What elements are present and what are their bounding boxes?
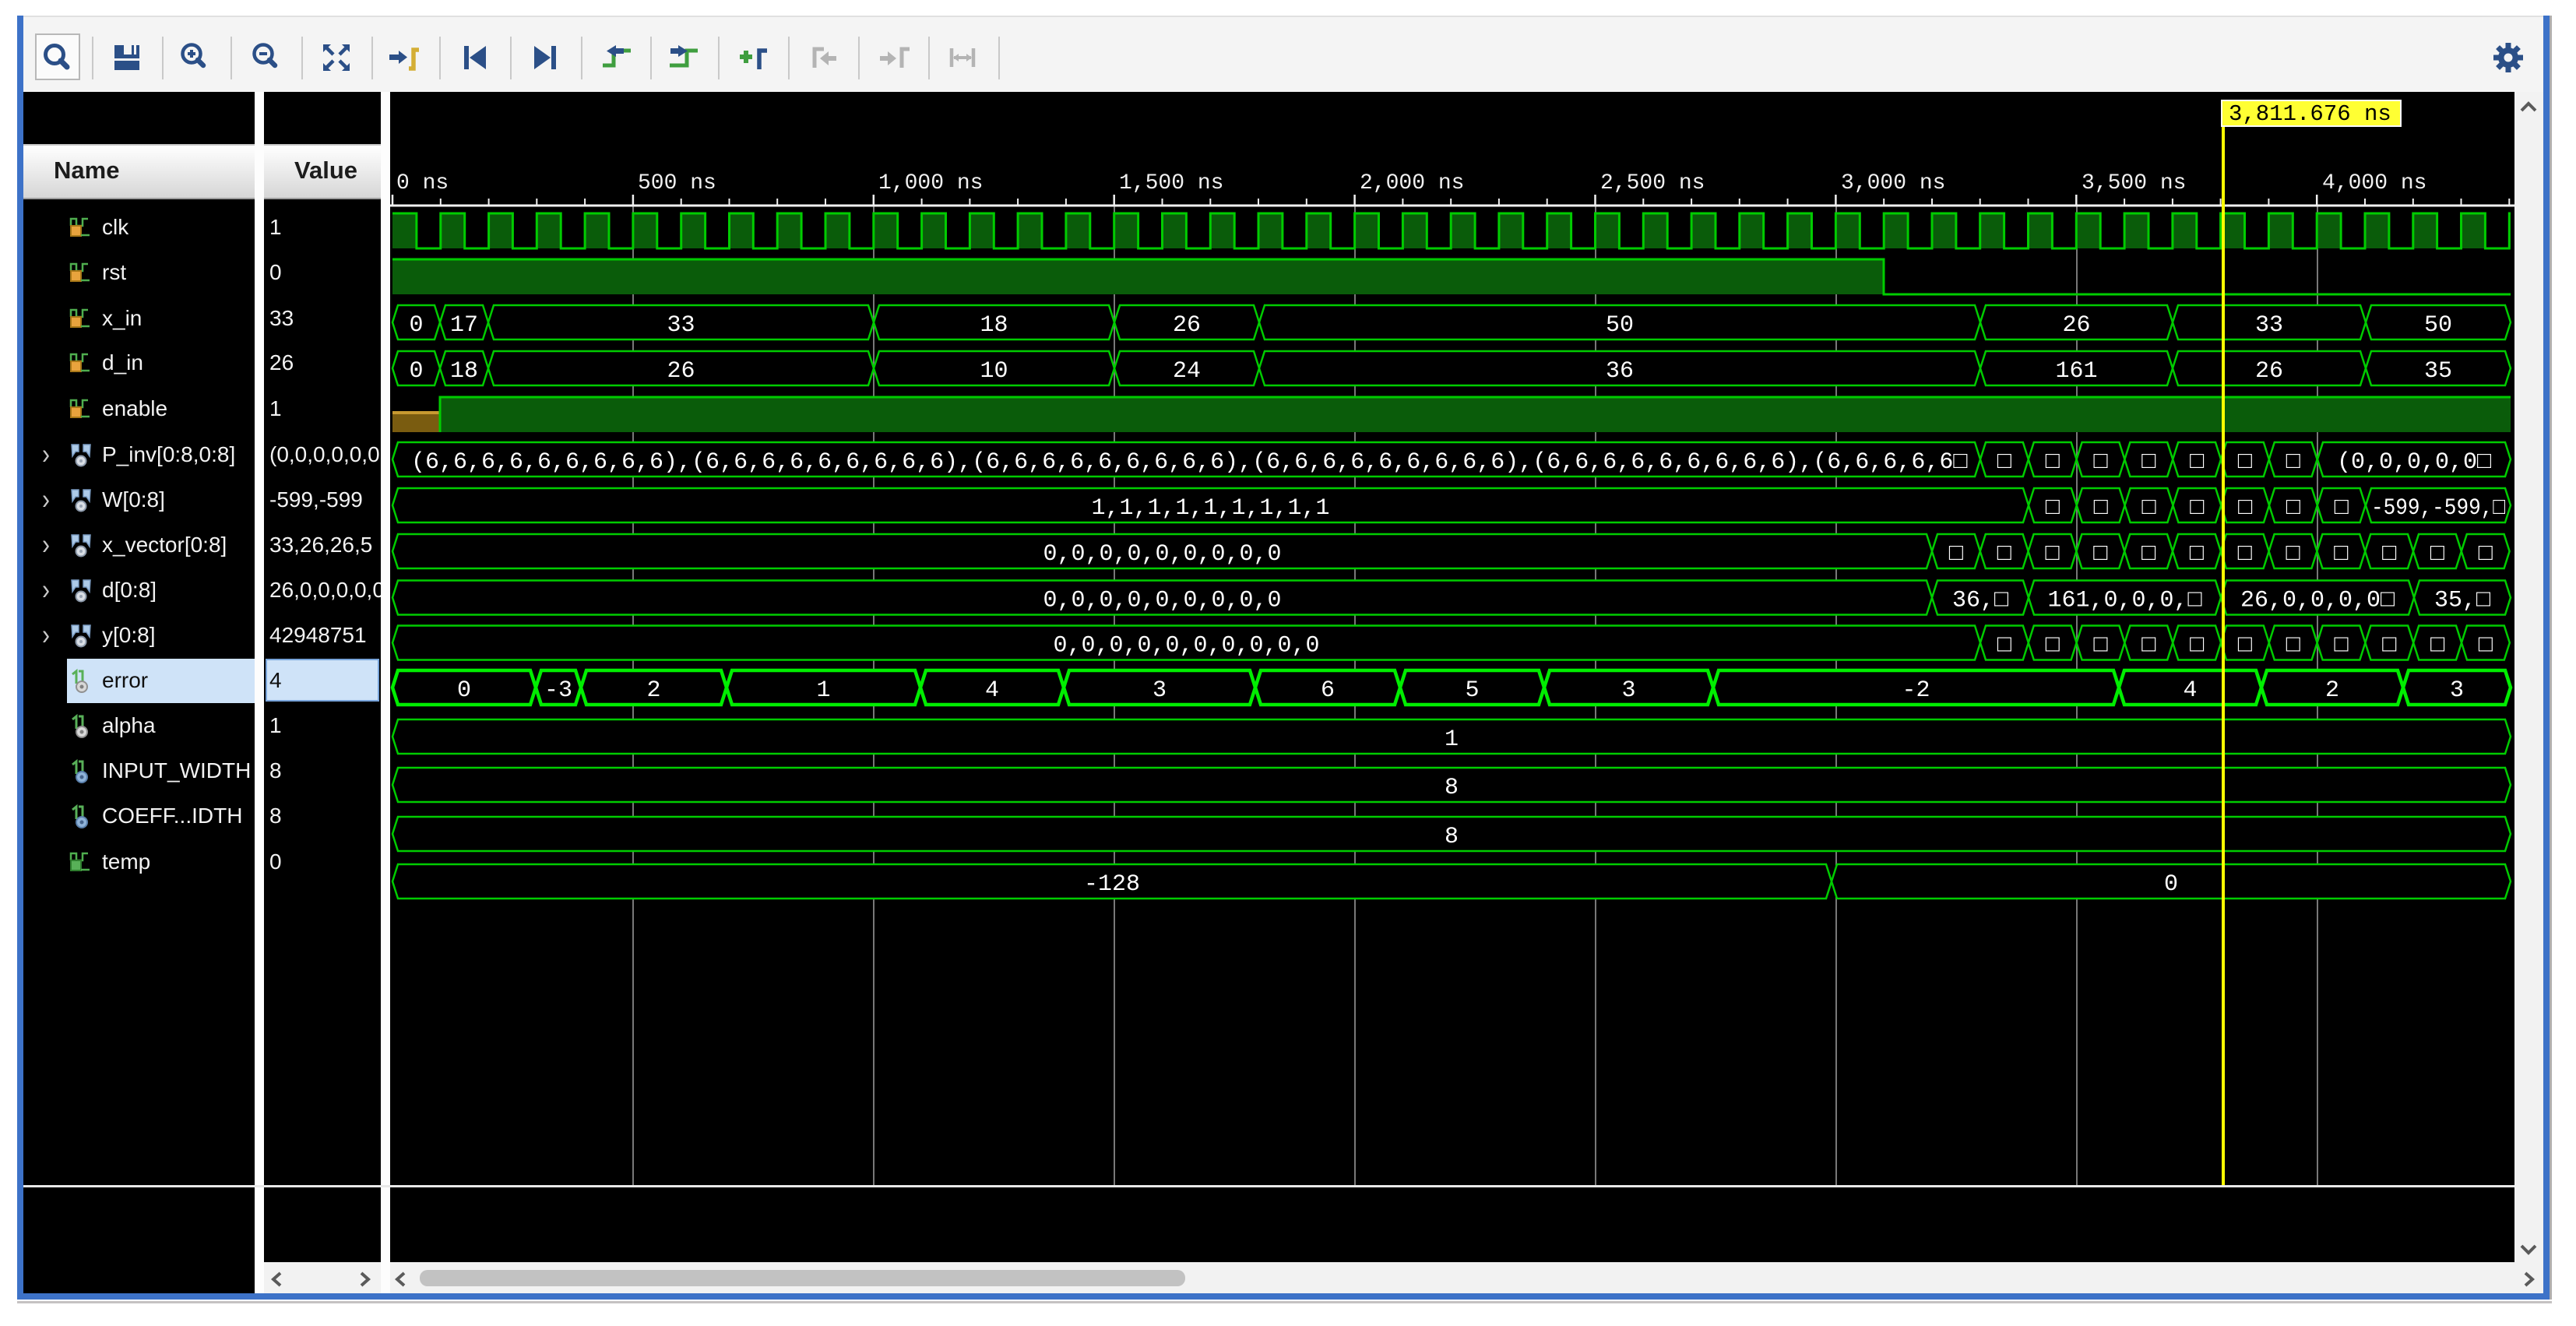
svg-text:6: 6 xyxy=(1321,677,1335,704)
svg-text:□: □ xyxy=(2238,541,2252,568)
svg-text:□: □ xyxy=(2046,633,2060,659)
svg-text:3,500 ns: 3,500 ns xyxy=(2082,171,2186,195)
svg-text:1,1,1,1,1,1,1,1,1: 1,1,1,1,1,1,1,1,1 xyxy=(1091,495,1329,522)
svg-text:□: □ xyxy=(2479,633,2493,659)
svg-text:26: 26 xyxy=(667,358,695,385)
svg-text:□: □ xyxy=(2093,633,2107,659)
svg-text:8: 8 xyxy=(1445,775,1459,801)
svg-text:26: 26 xyxy=(2255,358,2283,385)
svg-text:1: 1 xyxy=(816,677,830,704)
svg-text:8: 8 xyxy=(1445,824,1459,850)
svg-text:2,000 ns: 2,000 ns xyxy=(1360,171,1464,195)
svg-text:0,0,0,0,0,0,0,0,0,0: 0,0,0,0,0,0,0,0,0,0 xyxy=(1053,633,1319,659)
svg-text:0: 0 xyxy=(409,358,423,385)
svg-text:□: □ xyxy=(1949,541,1963,568)
svg-text:□: □ xyxy=(2286,495,2300,522)
svg-text:500 ns: 500 ns xyxy=(638,171,716,195)
svg-text:3,000 ns: 3,000 ns xyxy=(1841,171,1945,195)
svg-text:50: 50 xyxy=(1606,312,1634,339)
svg-text:2: 2 xyxy=(646,677,660,704)
svg-text:□: □ xyxy=(2141,541,2155,568)
svg-text:(6,6,6,6,6,6,6,6,6),(6,6,6,6,6: (6,6,6,6,6,6,6,6,6),(6,6,6,6,6,6,6,6,6),… xyxy=(411,449,1967,476)
svg-text:24: 24 xyxy=(1173,358,1201,385)
svg-text:□: □ xyxy=(1997,541,2011,568)
svg-text:4,000 ns: 4,000 ns xyxy=(2322,171,2426,195)
svg-text:4: 4 xyxy=(2183,677,2197,704)
svg-text:35: 35 xyxy=(2424,358,2452,385)
svg-text:□: □ xyxy=(2045,541,2059,568)
svg-text:□: □ xyxy=(2141,633,2155,659)
svg-text:0 ns: 0 ns xyxy=(396,171,449,195)
svg-text:(0,0,0,0,0□: (0,0,0,0,0□ xyxy=(2337,449,2491,476)
svg-text:50: 50 xyxy=(2424,312,2452,339)
svg-text:□: □ xyxy=(1997,449,2011,476)
svg-text:□: □ xyxy=(2094,495,2108,522)
svg-text:□: □ xyxy=(2190,495,2204,522)
svg-text:□: □ xyxy=(2190,449,2204,476)
svg-text:26,0,0,0,0□: 26,0,0,0,0□ xyxy=(2240,588,2395,614)
svg-text:18: 18 xyxy=(980,312,1008,339)
svg-text:17: 17 xyxy=(450,312,478,339)
svg-text:0,0,0,0,0,0,0,0,0: 0,0,0,0,0,0,0,0,0 xyxy=(1043,541,1281,568)
svg-text:26: 26 xyxy=(2062,312,2090,339)
svg-text:□: □ xyxy=(2238,449,2252,476)
svg-text:161,0,0,0,□: 161,0,0,0,□ xyxy=(2047,588,2201,614)
svg-text:2: 2 xyxy=(2325,677,2339,704)
svg-text:□: □ xyxy=(2093,449,2107,476)
svg-text:1: 1 xyxy=(1445,726,1459,753)
svg-text:1,000 ns: 1,000 ns xyxy=(878,171,983,195)
svg-text:18: 18 xyxy=(450,358,478,385)
svg-text:-599,-599,□: -599,-599,□ xyxy=(2371,495,2505,522)
svg-text:□: □ xyxy=(2238,495,2252,522)
svg-text:□: □ xyxy=(2334,541,2348,568)
svg-text:26: 26 xyxy=(1173,312,1201,339)
svg-text:□: □ xyxy=(2286,449,2300,476)
svg-text:□: □ xyxy=(2093,541,2107,568)
svg-text:□: □ xyxy=(2141,495,2155,522)
svg-text:□: □ xyxy=(2286,541,2300,568)
svg-text:□: □ xyxy=(2190,541,2204,568)
svg-text:□: □ xyxy=(2382,633,2396,659)
svg-text:□: □ xyxy=(2334,633,2348,659)
svg-text:35,□: 35,□ xyxy=(2434,588,2490,614)
svg-text:□: □ xyxy=(2479,541,2493,568)
svg-text:3: 3 xyxy=(1153,677,1167,704)
svg-text:3: 3 xyxy=(1621,677,1635,704)
svg-text:□: □ xyxy=(2335,495,2349,522)
svg-text:-3: -3 xyxy=(544,677,572,704)
svg-text:0: 0 xyxy=(2164,871,2178,898)
svg-text:161: 161 xyxy=(2055,358,2097,385)
svg-text:□: □ xyxy=(2382,541,2396,568)
svg-text:□: □ xyxy=(2430,541,2444,568)
svg-text:-2: -2 xyxy=(1902,677,1930,704)
svg-text:2,500 ns: 2,500 ns xyxy=(1600,171,1705,195)
svg-text:33: 33 xyxy=(2255,312,2283,339)
svg-text:36,□: 36,□ xyxy=(1952,588,2008,614)
svg-text:□: □ xyxy=(2238,633,2252,659)
svg-text:□: □ xyxy=(2046,495,2060,522)
svg-text:4: 4 xyxy=(985,677,999,704)
svg-text:1,500 ns: 1,500 ns xyxy=(1119,171,1223,195)
svg-text:33: 33 xyxy=(667,312,695,339)
svg-text:3,811.676 ns: 3,811.676 ns xyxy=(2229,101,2391,127)
svg-text:36: 36 xyxy=(1606,358,1634,385)
svg-text:□: □ xyxy=(2286,633,2300,659)
svg-text:□: □ xyxy=(2046,449,2060,476)
svg-text:□: □ xyxy=(1997,633,2011,659)
svg-text:□: □ xyxy=(2430,633,2444,659)
svg-text:3: 3 xyxy=(2450,677,2464,704)
svg-text:0: 0 xyxy=(457,677,471,704)
svg-text:0,0,0,0,0,0,0,0,0: 0,0,0,0,0,0,0,0,0 xyxy=(1043,588,1281,614)
svg-text:□: □ xyxy=(2141,449,2155,476)
svg-text:0: 0 xyxy=(409,312,423,339)
svg-text:□: □ xyxy=(2190,633,2204,659)
svg-text:5: 5 xyxy=(1465,677,1479,704)
svg-text:-128: -128 xyxy=(1084,871,1140,898)
svg-text:10: 10 xyxy=(980,358,1008,385)
